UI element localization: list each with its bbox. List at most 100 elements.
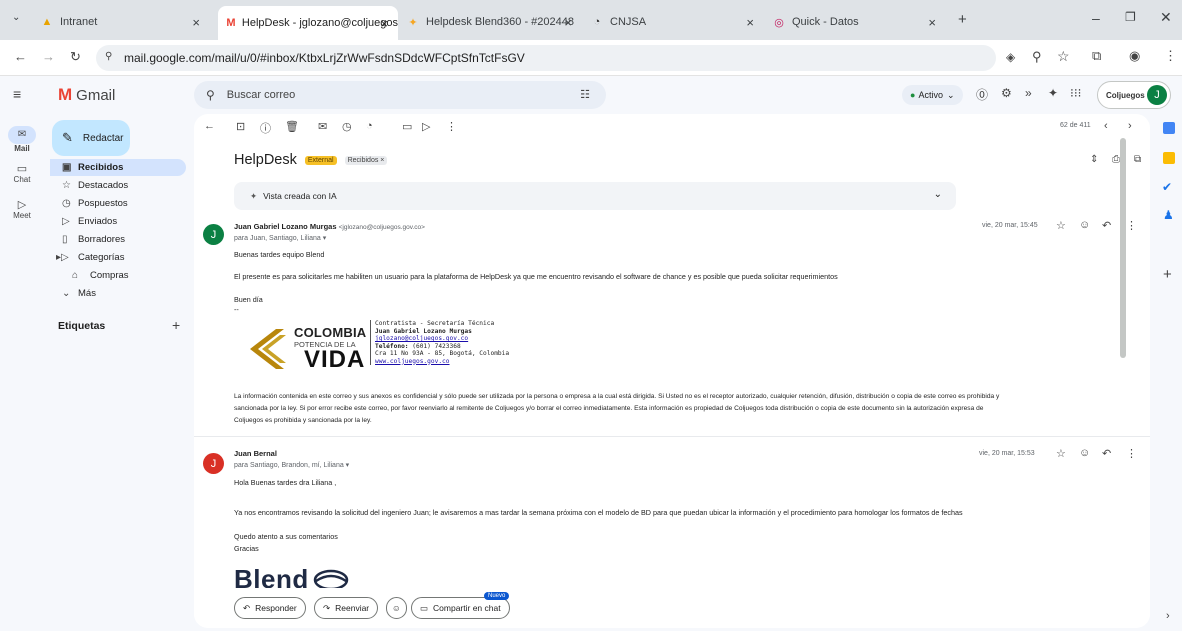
emoji-icon[interactable]: ☺ (1079, 447, 1090, 459)
ai-view-bar[interactable]: ✦ Vista creada con IA ⌄ (234, 182, 956, 210)
star-icon[interactable]: ☆ (1056, 219, 1066, 232)
help-icon[interactable]: ⓪ (976, 86, 988, 103)
emoji-icon[interactable]: ☺ (1079, 219, 1090, 231)
rail-meet[interactable]: ▷ Meet (0, 198, 44, 220)
label-tag-icon[interactable]: ▷ (422, 120, 430, 133)
restore-icon[interactable]: ❐ (1125, 10, 1136, 24)
share-chat-button[interactable]: ▭ Compartir en chat (411, 597, 510, 619)
tab-search-icon[interactable]: ⌄ (12, 12, 20, 23)
add-label-icon[interactable]: + (172, 317, 180, 333)
tab-intranet[interactable]: ▲ Intranet × (40, 8, 210, 36)
snooze-icon[interactable]: ◷ (342, 120, 352, 133)
move-to-icon[interactable]: ▭ (402, 120, 412, 133)
back-icon[interactable]: ← (14, 49, 27, 64)
archive-icon[interactable]: ⊡ (236, 120, 245, 133)
older-icon[interactable]: › (1128, 120, 1132, 132)
tab-cnjsa[interactable]: ◔ CNJSA × (590, 8, 764, 36)
signature-email-link[interactable]: jglozano@coljuegos.gov.co (375, 335, 509, 343)
more-options-icon[interactable]: ⋮ (446, 120, 457, 133)
main-menu-icon[interactable]: ≡ (13, 86, 21, 102)
trash-icon[interactable]: 🗑 (285, 120, 299, 133)
account-button[interactable]: Coljuegos J (1097, 81, 1171, 109)
tab-helpdesk-blend[interactable]: ✦ Helpdesk Blend360 - #202448 × (406, 8, 582, 36)
open-new-window-icon[interactable]: ⧉ (1134, 154, 1141, 165)
new-tab-icon[interactable]: + (958, 11, 967, 28)
chevron-down-icon[interactable]: ⌄ (934, 189, 942, 200)
sidebar-item-snoozed[interactable]: ◷ Pospuestos (50, 195, 186, 212)
sidebar-item-sent[interactable]: ▷ Enviados (50, 213, 186, 230)
add-addon-icon[interactable]: + (1163, 266, 1172, 283)
bookmark-star-icon[interactable]: ☆ (1057, 48, 1070, 65)
more-options-icon[interactable]: ⋮ (1126, 447, 1137, 460)
close-tab-icon[interactable]: × (380, 16, 388, 31)
status-button[interactable]: ● Activo ⌄ (902, 85, 963, 105)
search-bar[interactable]: ⚲ Buscar correo ☷ (194, 81, 606, 109)
labels-title: Etiquetas (58, 320, 106, 332)
forward-button[interactable]: ↷ Reenviar (314, 597, 379, 619)
rail-chat[interactable]: ▭ Chat (0, 162, 44, 184)
close-tab-icon[interactable]: × (192, 15, 200, 30)
sidebar-item-label: Categorías (78, 252, 125, 263)
keep-icon[interactable] (1163, 152, 1175, 164)
signature-web-link[interactable]: www.coljuegos.gov.co (375, 358, 509, 366)
add-task-icon[interactable]: ◔ (366, 120, 373, 132)
reply-icon[interactable]: ↶ (1102, 447, 1111, 460)
contacts-icon[interactable]: ♟ (1163, 208, 1174, 222)
subject-line: HelpDesk External Recibidos × (234, 152, 388, 168)
star-icon[interactable]: ☆ (1056, 447, 1066, 460)
scrollbar-thumb[interactable] (1120, 138, 1126, 358)
more-options-icon[interactable]: ⋮ (1126, 219, 1137, 232)
profile-icon[interactable]: ◉ (1129, 48, 1140, 64)
sidebar-item-drafts[interactable]: ▯ Borradores (50, 231, 186, 248)
rail-mail[interactable]: ✉ Mail (0, 126, 44, 153)
gmail-m-icon: M (58, 85, 73, 104)
close-tab-icon[interactable]: × (928, 15, 936, 30)
mark-unread-icon[interactable]: ✉ (318, 120, 327, 133)
spam-icon[interactable]: ⓘ (260, 120, 271, 136)
close-window-icon[interactable]: ✕ (1160, 9, 1172, 26)
minimize-icon[interactable]: – (1092, 10, 1100, 26)
newer-icon[interactable]: ‹ (1104, 120, 1108, 132)
url-field[interactable]: ⚲ mail.google.com/mail/u/0/#inbox/KtbxLr… (96, 45, 996, 71)
calendar-icon[interactable] (1163, 122, 1175, 134)
print-icon[interactable]: ⎙ (1112, 154, 1120, 165)
reload-icon[interactable]: ↻ (70, 49, 81, 65)
apps-grid-icon[interactable]: ⁝⁝⁝ (1070, 86, 1081, 100)
reply-icon[interactable]: ↶ (1102, 219, 1111, 232)
recipients-line[interactable]: para Juan, Santiago, Liliana ▾ (234, 234, 326, 242)
compose-button[interactable]: ✎ Redactar (52, 120, 130, 156)
tasks-icon[interactable]: ✔ (1162, 180, 1172, 194)
eye-icon[interactable]: ◈ (1006, 50, 1015, 64)
settings-icon[interactable]: ⚙ (1001, 86, 1012, 100)
sidebar-item-categories[interactable]: ▸▷ Categorías (50, 249, 186, 266)
tab-helpdesk[interactable]: M HelpDesk - jglozano@coljuegos × (218, 6, 398, 40)
gmail-favicon-icon: M (226, 17, 236, 29)
zoom-icon[interactable]: ⚲ (1032, 49, 1042, 65)
tab-quick-datos[interactable]: ◎ Quick - Datos × (772, 8, 946, 36)
forward-icon[interactable]: → (42, 49, 55, 64)
emoji-reaction-button[interactable]: ☺ (386, 597, 407, 619)
search-options-icon[interactable]: ☷ (580, 88, 590, 101)
sidebar-item-shopping[interactable]: ⌂ Compras (50, 267, 186, 284)
gemini-sparkle-icon[interactable]: ✦ (1048, 86, 1058, 100)
back-arrow-icon[interactable]: ← (204, 120, 215, 132)
gmail-logo[interactable]: M Gmail (58, 85, 115, 105)
extensions-icon[interactable]: ⧉ (1092, 48, 1101, 64)
expand-panel-icon[interactable]: › (1166, 610, 1170, 622)
search-input[interactable]: Buscar correo (227, 89, 295, 101)
sidebar: ✎ Redactar ▣ Recibidos ☆ Destacados ◷ Pospu… (44, 114, 192, 631)
expand-all-icon[interactable]: ⇕ (1090, 154, 1098, 165)
inbox-label-chip[interactable]: Recibidos × (344, 155, 388, 165)
sidebar-item-inbox[interactable]: ▣ Recibidos (50, 159, 186, 176)
search-icon[interactable]: ⚲ (206, 88, 215, 102)
reply-button[interactable]: ↶ Responder (234, 597, 306, 619)
close-tab-icon[interactable]: × (746, 15, 754, 30)
site-info-icon[interactable]: ⚲ (105, 51, 112, 62)
message-view: ← ⊡ ⓘ 🗑 ✉ ◷ ◔ ▭ ▷ ⋮ 62 de 411 ‹ › HelpDe… (194, 114, 1150, 628)
close-tab-icon[interactable]: × (564, 15, 572, 30)
gemini-extension-icon[interactable]: » (1025, 86, 1032, 100)
menu-dots-icon[interactable]: ⋮ (1164, 48, 1177, 64)
sidebar-item-more[interactable]: ⌄ Más (50, 285, 186, 302)
recipients-line[interactable]: para Santiago, Brandon, mí, Liliana ▾ (234, 461, 349, 469)
sidebar-item-starred[interactable]: ☆ Destacados (50, 177, 186, 194)
